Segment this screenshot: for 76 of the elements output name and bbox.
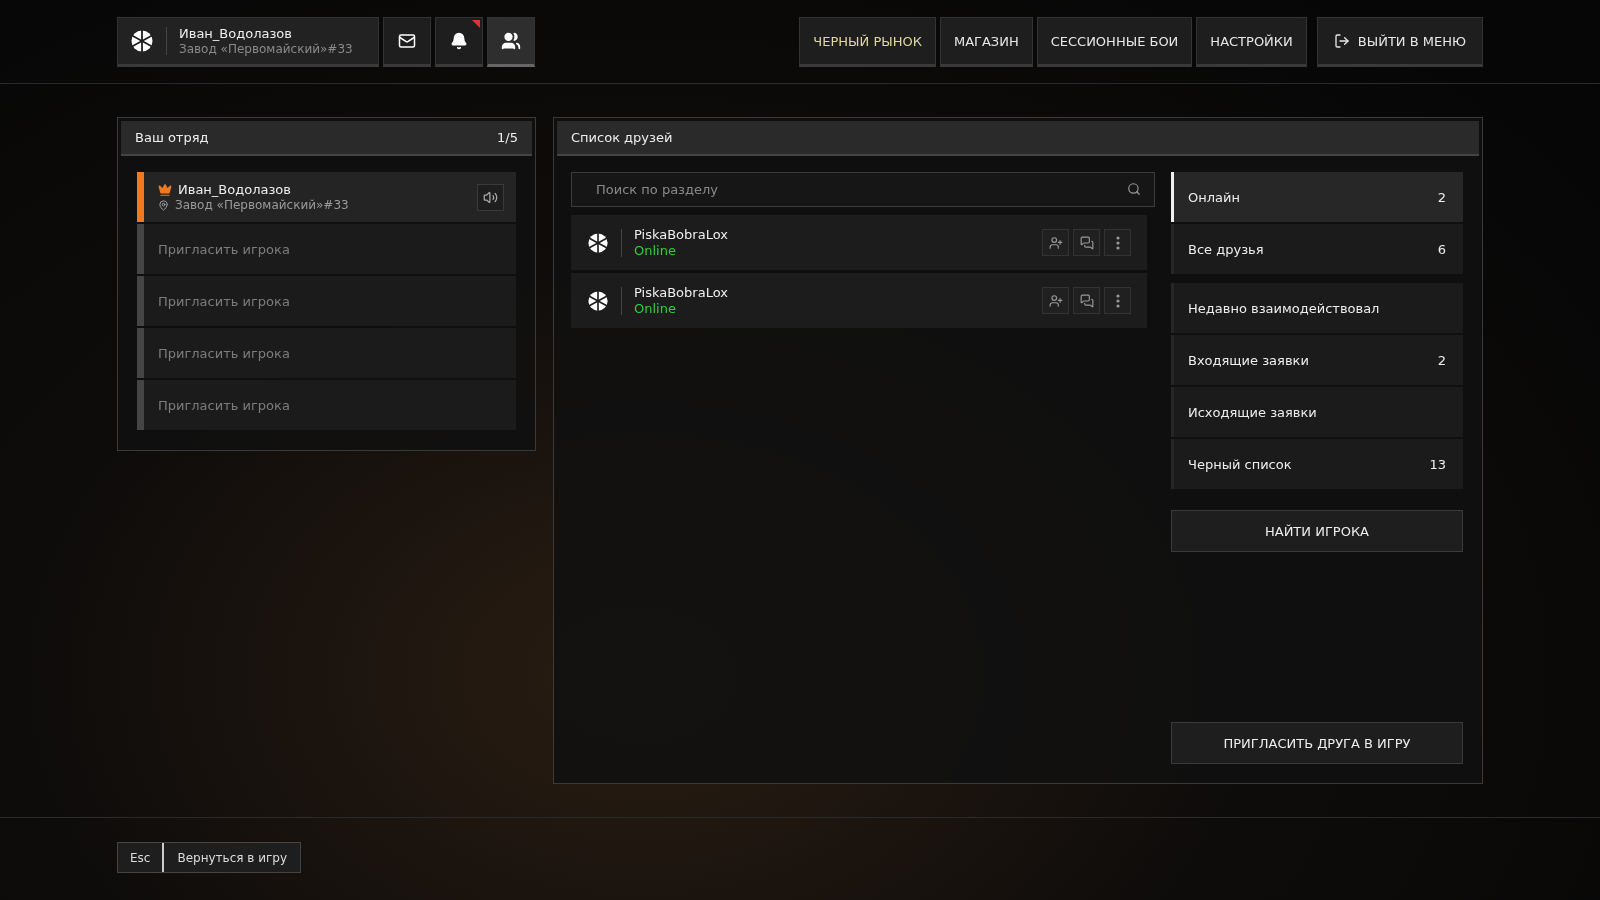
users-icon (501, 31, 521, 51)
category-tab[interactable]: Онлайн 2 (1171, 172, 1463, 222)
user-plus-icon (1048, 293, 1063, 308)
invite-slot[interactable]: Пригласить игрока (137, 328, 516, 378)
search-field[interactable]: Поиск по разделу (571, 172, 1155, 207)
user-plus-icon (1048, 235, 1063, 250)
category-label: Входящие заявки (1188, 352, 1309, 368)
bell-icon (450, 32, 468, 50)
mail-button[interactable] (383, 17, 431, 67)
member-location: Завод «Первомайский»#33 (175, 198, 349, 212)
more-icon (1115, 293, 1120, 308)
invite-friend-button[interactable]: ПРИГЛАСИТЬ ДРУГА В ИГРУ (1171, 722, 1463, 764)
invite-label: Пригласить игрока (158, 293, 290, 309)
category-count: 2 (1437, 189, 1446, 205)
voice-button[interactable] (477, 183, 504, 211)
speaker-icon (483, 189, 498, 205)
invite-slot[interactable]: Пригласить игрока (137, 380, 516, 430)
emblem-icon (587, 289, 609, 312)
esc-key[interactable]: Esc (118, 843, 165, 872)
category-count: 6 (1437, 241, 1446, 257)
category-tab[interactable]: Входящие заявки 2 (1171, 335, 1463, 385)
category-label: Все друзья (1188, 241, 1264, 257)
find-player-button[interactable]: НАЙТИ ИГРОКА (1171, 510, 1463, 552)
squad-member-row[interactable]: Иван_Водолазов Завод «Первомайский»#33 (137, 172, 516, 222)
category-count: 13 (1429, 456, 1446, 472)
category-label: Исходящие заявки (1188, 404, 1317, 420)
player-location: Завод «Первомайский»#33 (179, 42, 353, 56)
invite-slot[interactable]: Пригласить игрока (137, 224, 516, 274)
mail-icon (398, 32, 416, 50)
friend-name: PiskaBobraLox (634, 285, 728, 300)
friend-row[interactable]: PiskaBobraLox Online (571, 273, 1147, 328)
squad-count: 1/5 (497, 130, 518, 145)
category-tab[interactable]: Все друзья 6 (1171, 224, 1463, 274)
back-to-game-button[interactable]: Вернуться в игру (164, 843, 301, 872)
invite-label: Пригласить игрока (158, 241, 290, 257)
category-label: Онлайн (1188, 189, 1240, 205)
invite-label: Пригласить игрока (158, 345, 290, 361)
category-count: 2 (1437, 352, 1446, 368)
message-button[interactable] (1073, 287, 1100, 314)
friend-name: PiskaBobraLox (634, 227, 728, 242)
more-icon (1115, 235, 1120, 250)
search-icon (1127, 182, 1141, 196)
chat-icon (1079, 235, 1094, 250)
more-button[interactable] (1104, 287, 1131, 314)
exit-icon (1333, 33, 1350, 49)
panel-title: Список друзей (571, 130, 673, 145)
add-to-squad-button[interactable] (1042, 287, 1069, 314)
profile-card[interactable]: Иван_Водолазов Завод «Первомайский»#33 (117, 17, 379, 67)
friend-row[interactable]: PiskaBobraLox Online (571, 215, 1147, 270)
nav-button[interactable]: МАГАЗИН (939, 17, 1033, 67)
bell-button[interactable] (435, 17, 483, 67)
category-label: Недавно взаимодействовал (1188, 300, 1380, 316)
emblem-icon (587, 231, 609, 254)
friend-status: Online (634, 301, 677, 316)
category-tab[interactable]: Недавно взаимодействовал (1171, 283, 1463, 333)
invite-slot[interactable]: Пригласить игрока (137, 276, 516, 326)
member-name: Иван_Водолазов (178, 182, 291, 197)
panel-title: Ваш отряд (135, 130, 209, 145)
location-pin-icon (158, 199, 169, 211)
more-button[interactable] (1104, 229, 1131, 256)
player-name: Иван_Водолазов (179, 26, 293, 41)
invite-label: Пригласить игрока (158, 397, 290, 413)
exit-menu-button[interactable]: ВЫЙТИ В МЕНЮ (1316, 17, 1483, 67)
nav-button[interactable]: СЕССИОННЫЕ БОИ (1036, 17, 1193, 67)
nav-button[interactable]: ЧЕРНЫЙ РЫНОК (799, 17, 936, 67)
category-tab[interactable]: Черный список 13 (1171, 439, 1463, 489)
friend-status: Online (634, 243, 677, 258)
emblem-icon (130, 29, 154, 53)
friends-button[interactable] (487, 17, 535, 67)
message-button[interactable] (1073, 229, 1100, 256)
chat-icon (1079, 293, 1094, 308)
add-to-squad-button[interactable] (1042, 229, 1069, 256)
category-label: Черный список (1188, 456, 1292, 472)
crown-icon (158, 182, 172, 197)
nav-button[interactable]: НАСТРОЙКИ (1196, 17, 1307, 67)
category-tab[interactable]: Исходящие заявки (1171, 387, 1463, 437)
